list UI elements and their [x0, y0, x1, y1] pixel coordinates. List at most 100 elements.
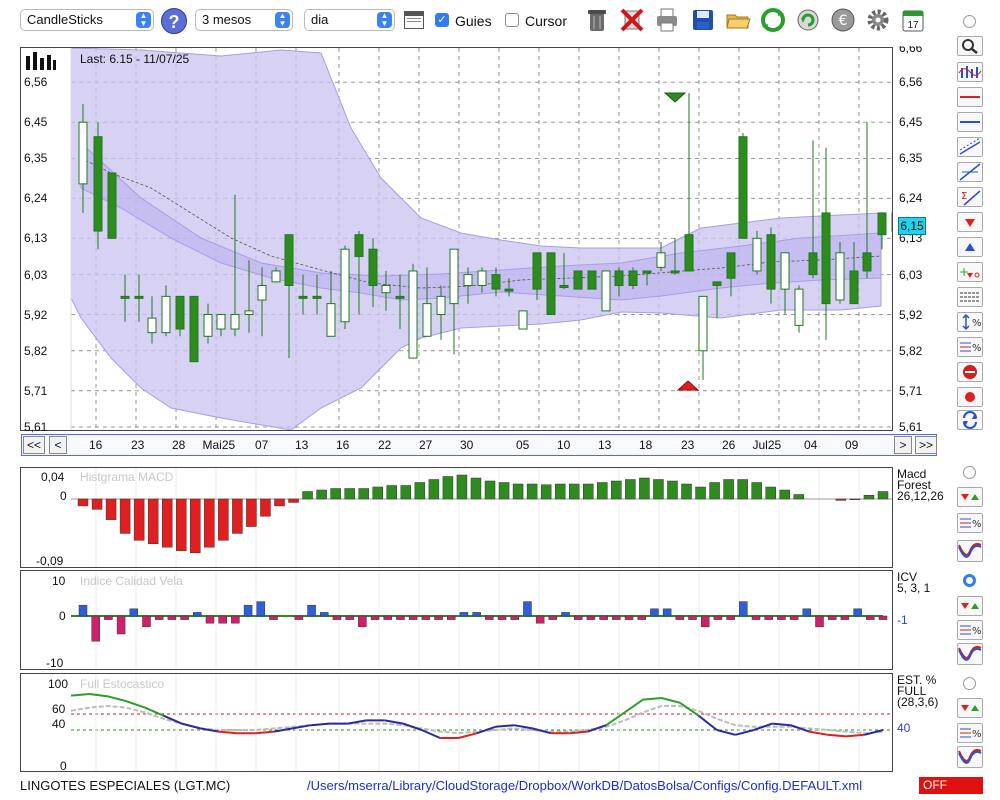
reload-icon[interactable]	[795, 6, 821, 34]
indicator-button[interactable]	[957, 62, 983, 82]
macd-bar	[91, 498, 103, 510]
nav-prev-button[interactable]: <	[49, 436, 67, 454]
candle-body	[877, 212, 887, 236]
macd-bar	[639, 477, 650, 500]
macd-bar	[695, 486, 706, 500]
chart-type-select[interactable]: CandleSticks ▲ ▼	[20, 9, 154, 31]
fibonacci-button[interactable]: Σ	[957, 187, 983, 207]
icv-radio[interactable]	[963, 574, 976, 587]
open-folder-icon[interactable]	[725, 6, 751, 34]
horizontal-red-line-button[interactable]	[957, 87, 983, 107]
candle-body	[698, 295, 708, 352]
magnifier-icon	[962, 39, 978, 54]
calendar-icon[interactable]: 17	[900, 6, 926, 34]
nav-first-button[interactable]: <<	[23, 436, 45, 454]
y-tick-left: 6,24	[24, 191, 48, 206]
stochastic-fast-segment	[70, 693, 90, 697]
candle-body	[726, 252, 736, 279]
y-tick-left: 5,82	[24, 343, 48, 358]
stoch-percent-button[interactable]: %	[957, 723, 983, 743]
candle-body	[120, 295, 130, 299]
save-icon[interactable]	[690, 6, 716, 34]
guides-checkbox[interactable]: ✓	[435, 13, 449, 27]
x-tick-label: 26	[722, 438, 736, 452]
help-icon[interactable]: ?	[161, 8, 187, 34]
top-radio[interactable]	[963, 15, 976, 28]
config-path-link[interactable]: /Users/mserra/Library/CloudStorage/Dropb…	[307, 778, 862, 793]
print-icon[interactable]	[654, 6, 680, 34]
macd-curve-button[interactable]	[957, 540, 983, 562]
percent-lines-icon: %	[960, 625, 982, 637]
icv-bar	[612, 615, 621, 620]
icv-curve-button[interactable]	[957, 643, 983, 665]
nav-last-button[interactable]: >>	[915, 436, 937, 454]
macd-bar	[498, 482, 510, 500]
period-select[interactable]: 3 mesos ▲ ▼	[195, 9, 293, 31]
icv-bar	[688, 615, 697, 620]
y-tick-right: 6,03	[899, 267, 923, 282]
icv-bar	[421, 615, 431, 620]
x-axis-strip	[21, 434, 937, 456]
interval-select[interactable]: dia ▲ ▼	[304, 9, 395, 31]
icv-percent-button[interactable]: %	[957, 620, 983, 640]
icv-bar	[396, 615, 405, 620]
currency-icon[interactable]: €	[830, 6, 856, 34]
delete-icon[interactable]	[619, 6, 645, 34]
macd-signal-button[interactable]	[957, 487, 983, 507]
refresh-icon[interactable]	[760, 6, 786, 34]
percent-lines-button[interactable]: %	[957, 337, 983, 357]
cursor-checkbox[interactable]	[505, 13, 519, 27]
no-entry-button[interactable]	[957, 362, 983, 382]
percent-lines-icon: %	[960, 518, 982, 530]
candle-body	[189, 295, 199, 363]
svg-text:%: %	[972, 626, 982, 637]
candle-body	[684, 234, 694, 272]
trash-icon[interactable]	[584, 6, 610, 34]
signal-arrows-icon	[961, 705, 979, 711]
icv-signal-button[interactable]	[957, 596, 983, 616]
x-tick-label: 18	[639, 438, 653, 452]
macd-percent-button[interactable]: %	[957, 513, 983, 533]
settings-icon[interactable]	[865, 6, 891, 34]
sell-arrow-button[interactable]	[957, 212, 983, 232]
candle-body	[670, 270, 680, 274]
icv-bar	[827, 615, 837, 620]
macd-bar	[372, 486, 383, 500]
lines-button[interactable]	[957, 287, 983, 307]
macd-bar	[709, 482, 720, 500]
macd-bar	[723, 479, 734, 500]
zoom-button[interactable]	[957, 36, 983, 56]
horizontal-blue-line-button[interactable]	[957, 112, 983, 132]
icv-bar	[167, 615, 177, 620]
stoch-curve-button[interactable]	[957, 746, 983, 768]
macd-bar	[400, 485, 412, 500]
off-indicator[interactable]: OFF	[919, 777, 983, 794]
percent-scale-button[interactable]: %	[957, 312, 983, 332]
add-signal-button[interactable]: +	[957, 262, 983, 282]
macd-bar	[835, 498, 847, 501]
sheet-icon[interactable]	[404, 11, 424, 29]
buy-signal-marker	[676, 380, 700, 391]
stoch-signal-button[interactable]	[957, 698, 983, 718]
trendline-button[interactable]	[957, 162, 983, 182]
icv-bar	[408, 615, 418, 620]
chevron-updown-icon: ▲ ▼	[377, 12, 392, 28]
icv-bar	[447, 615, 456, 620]
record-button[interactable]	[957, 387, 983, 407]
x-tick-label: 13	[598, 438, 612, 452]
swap-button[interactable]	[957, 410, 983, 430]
icv-bar	[789, 615, 799, 620]
channel-button[interactable]	[957, 137, 983, 157]
macd-radio[interactable]	[963, 466, 976, 479]
blue-line-icon	[960, 121, 980, 123]
nav-next-button[interactable]: >	[894, 436, 912, 454]
macd-bar	[442, 476, 454, 500]
icv-bar	[256, 601, 266, 617]
buy-arrow-button[interactable]	[957, 237, 983, 257]
percent-arrows-icon: %	[962, 313, 982, 331]
icv-bar	[599, 615, 608, 620]
stochastic-fast-segment	[772, 722, 791, 727]
stoch-radio[interactable]	[963, 677, 976, 690]
stoch-title: Full Estocastico	[80, 677, 165, 691]
icv-bar	[485, 615, 494, 620]
